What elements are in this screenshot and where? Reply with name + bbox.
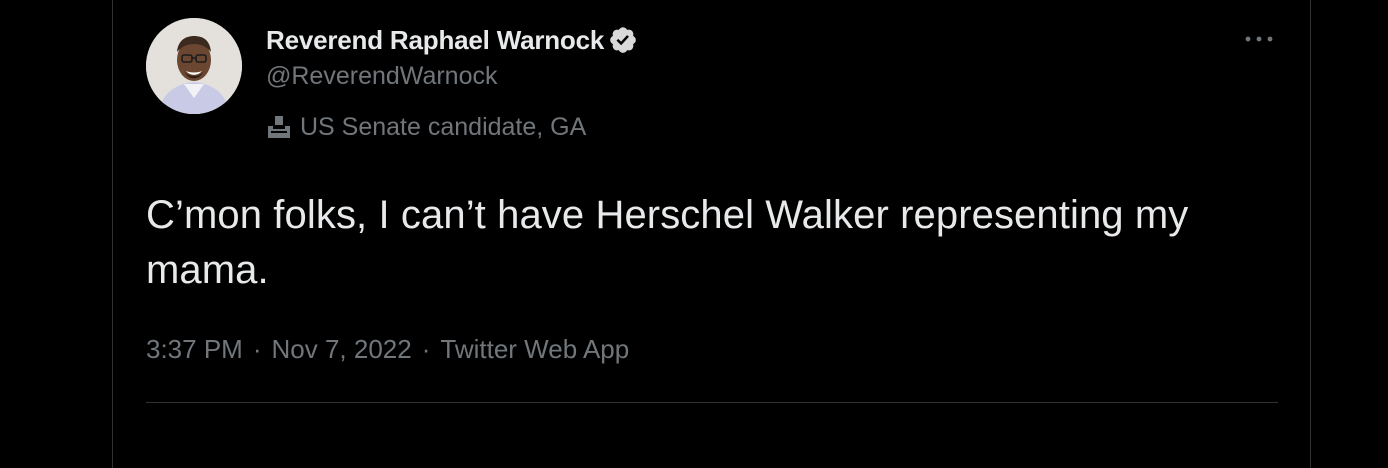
display-name[interactable]: Reverend Raphael Warnock	[266, 25, 604, 56]
divider	[146, 402, 1278, 403]
ballot-box-icon	[264, 112, 294, 142]
tweet-time[interactable]: 3:37 PM	[146, 334, 243, 365]
separator: ·	[252, 334, 262, 364]
tweet-metadata: 3:37 PM · Nov 7, 2022 · Twitter Web App	[146, 334, 629, 365]
author-handle[interactable]: @ReverendWarnock	[266, 62, 497, 91]
affiliation-label: US Senate candidate, GA	[264, 110, 586, 144]
more-options-button[interactable]	[1240, 20, 1278, 58]
tweet-source[interactable]: Twitter Web App	[440, 334, 629, 365]
author-name-row[interactable]: Reverend Raphael Warnock	[266, 22, 638, 58]
verified-badge-icon	[608, 25, 638, 55]
tweet-date[interactable]: Nov 7, 2022	[272, 334, 412, 365]
more-options-icon	[1245, 36, 1273, 42]
profile-photo-image	[146, 18, 242, 114]
avatar[interactable]	[146, 18, 242, 114]
label-text: US Senate candidate, GA	[300, 112, 587, 141]
tweet-text: C’mon folks, I can’t have Herschel Walke…	[146, 193, 1189, 292]
separator: ·	[421, 334, 431, 364]
